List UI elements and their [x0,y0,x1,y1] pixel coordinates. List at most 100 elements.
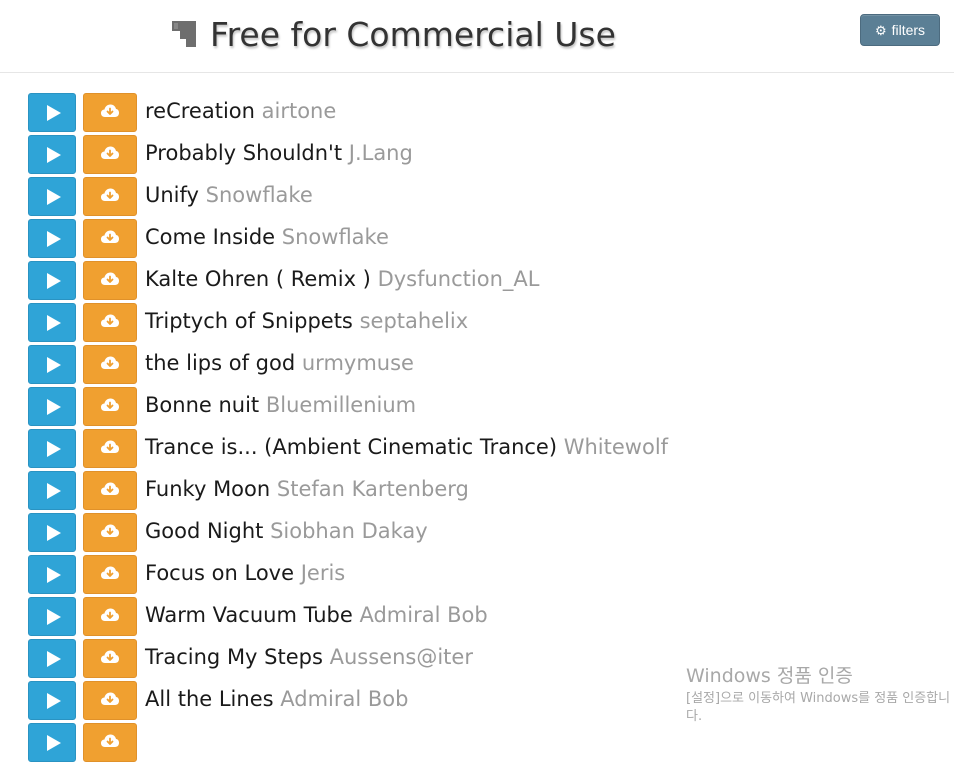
track-title[interactable]: Bonne nuit [145,393,259,417]
track-artist[interactable]: urmymuse [302,351,414,375]
track-title[interactable]: Funky Moon [145,477,270,501]
cloud-download-icon [100,103,120,123]
track-title[interactable]: Focus on Love [145,561,294,585]
play-button[interactable] [28,681,76,720]
cloud-download-icon [100,145,120,165]
track-title[interactable]: Tracing My Steps [145,645,323,669]
track-title[interactable]: reCreation [145,99,255,123]
cloud-download-icon [100,523,120,543]
cloud-download-icon [100,481,120,501]
track-artist[interactable]: septahelix [360,309,469,333]
download-button[interactable] [83,93,137,132]
download-button[interactable] [83,261,137,300]
track-artist[interactable]: Bluemillenium [266,393,416,417]
play-button[interactable] [28,555,76,594]
track-row: Unify Snowflake [28,177,954,219]
play-icon [46,608,61,625]
track-title[interactable]: Kalte Ohren ( Remix ) [145,267,371,291]
track-title[interactable]: Warm Vacuum Tube [145,603,353,627]
track-row: Come Inside Snowflake [28,219,954,261]
play-button[interactable] [28,261,76,300]
play-button[interactable] [28,471,76,510]
play-button[interactable] [28,177,76,216]
watermark-title: Windows 정품 인증 [686,665,853,687]
track-title[interactable]: Come Inside [145,225,275,249]
track-artist[interactable]: Siobhan Dakay [270,519,428,543]
track-artist[interactable]: Admiral Bob [280,687,408,711]
play-icon [46,272,61,289]
page-title: Free for Commercial Use [210,14,616,54]
track-info: Come Inside Snowflake [145,219,389,258]
track-artist[interactable]: Jeris [301,561,346,585]
track-info: Kalte Ohren ( Remix ) Dysfunction_AL [145,261,539,300]
track-artist[interactable]: Snowflake [206,183,313,207]
track-info: the lips of god urmymuse [145,345,414,384]
play-button[interactable] [28,219,76,258]
play-icon [46,356,61,373]
play-icon [46,482,61,499]
download-button[interactable] [83,345,137,384]
track-title[interactable]: Trance is... (Ambient Cinematic Trance) [145,435,557,459]
cloud-download-icon [100,649,120,669]
track-info: Tracing My Steps Aussens@iter [145,639,473,678]
track-info: Warm Vacuum Tube Admiral Bob [145,597,488,636]
filters-button[interactable]: ⚙ filters [860,14,940,46]
download-button[interactable] [83,219,137,258]
track-title[interactable]: Triptych of Snippets [145,309,353,333]
track-row: Funky Moon Stefan Kartenberg [28,471,954,513]
play-button[interactable] [28,135,76,174]
track-title[interactable]: Probably Shouldn't [145,141,342,165]
play-icon [46,566,61,583]
play-button[interactable] [28,429,76,468]
cloud-download-icon [100,397,120,417]
track-artist[interactable]: J.Lang [349,141,413,165]
play-button[interactable] [28,597,76,636]
track-info: Trance is... (Ambient Cinematic Trance) … [145,429,668,468]
download-button[interactable] [83,555,137,594]
track-artist[interactable]: Snowflake [282,225,389,249]
download-button[interactable] [83,429,137,468]
play-button[interactable] [28,513,76,552]
track-info: All the Lines Admiral Bob [145,681,408,720]
download-button[interactable] [83,681,137,720]
download-button[interactable] [83,387,137,426]
watermark-subtitle: [설정]으로 이동하여 Windows를 정품 인증합니다. [686,691,951,724]
play-icon [46,524,61,541]
download-button[interactable] [83,303,137,342]
track-artist[interactable]: airtone [262,99,337,123]
gear-icon: ⚙ [874,22,887,38]
play-button[interactable] [28,345,76,384]
track-row [28,723,954,765]
play-button[interactable] [28,303,76,342]
download-button[interactable] [83,639,137,678]
track-info: Triptych of Snippets septahelix [145,303,468,342]
track-info: Unify Snowflake [145,177,313,216]
track-artist[interactable]: Stefan Kartenberg [277,477,469,501]
download-button[interactable] [83,177,137,216]
track-title[interactable]: the lips of god [145,351,295,375]
download-button[interactable] [83,471,137,510]
header-bar: Free for Commercial Use ⚙ filters [0,0,954,73]
play-button[interactable] [28,93,76,132]
cloud-download-icon [100,565,120,585]
play-icon [46,314,61,331]
track-artist[interactable]: Dysfunction_AL [378,267,540,291]
play-button[interactable] [28,387,76,426]
track-artist[interactable]: Whitewolf [564,435,668,459]
track-title[interactable]: Good Night [145,519,263,543]
cloud-download-icon [100,733,120,753]
track-row: Good Night Siobhan Dakay [28,513,954,555]
track-artist[interactable]: Aussens@iter [330,645,473,669]
play-button[interactable] [28,639,76,678]
track-artist[interactable]: Admiral Bob [359,603,487,627]
play-icon [46,230,61,247]
cloud-download-icon [100,691,120,711]
download-button[interactable] [83,513,137,552]
track-info: reCreation airtone [145,93,336,132]
play-icon [46,692,61,709]
cloud-download-icon [100,355,120,375]
track-title[interactable]: All the Lines [145,687,274,711]
download-button[interactable] [83,597,137,636]
download-button[interactable] [83,135,137,174]
track-title[interactable]: Unify [145,183,199,207]
